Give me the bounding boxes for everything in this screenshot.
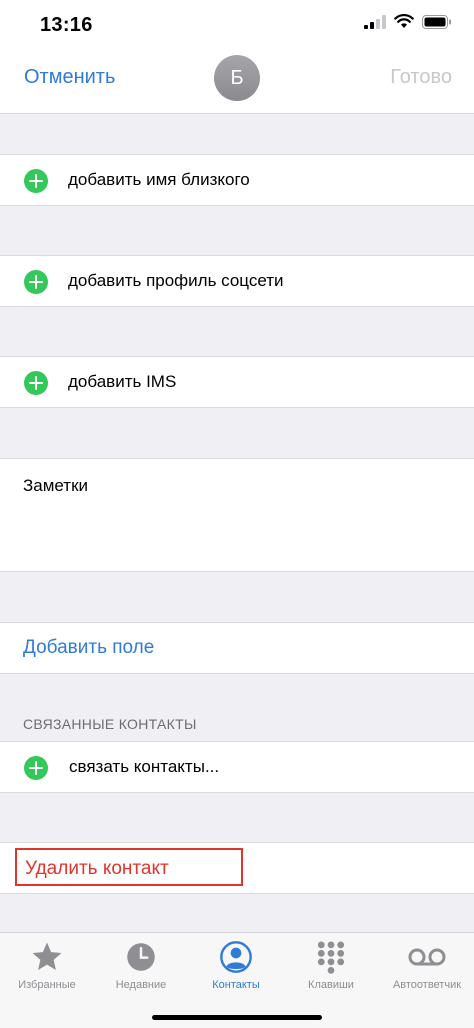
add-social-profile-row[interactable]: добавить профиль соцсети xyxy=(0,255,474,307)
nav-bar: Отменить Б Готово xyxy=(0,52,474,114)
link-contacts-label: связать контакты... xyxy=(69,757,220,776)
delete-contact-button[interactable]: Удалить контакт xyxy=(25,858,169,880)
tab-label: Клавиши xyxy=(308,979,354,991)
status-icons xyxy=(364,14,452,29)
delete-contact-row[interactable]: Удалить контакт xyxy=(0,842,474,894)
linked-contacts-header: СВЯЗАННЫЕ КОНТАКТЫ xyxy=(23,716,197,732)
add-relative-label: добавить имя близкого xyxy=(68,170,250,189)
person-icon xyxy=(220,941,252,973)
done-button[interactable]: Готово xyxy=(390,66,452,89)
home-indicator xyxy=(152,1015,322,1020)
cancel-button[interactable]: Отменить xyxy=(24,66,115,89)
add-social-profile-label: добавить профиль соцсети xyxy=(68,271,284,290)
tab-voicemail[interactable]: Автоответчик xyxy=(380,939,474,991)
notes-label: Заметки xyxy=(23,476,89,495)
status-time: 13:16 xyxy=(40,14,93,36)
plus-icon xyxy=(24,371,48,395)
tab-label: Контакты xyxy=(212,979,260,991)
add-field-row[interactable]: Добавить поле xyxy=(0,622,474,674)
battery-icon xyxy=(422,14,451,29)
tab-contacts[interactable]: Контакты xyxy=(189,939,283,991)
plus-icon xyxy=(24,169,48,193)
plus-icon xyxy=(24,270,48,294)
status-bar: 13:16 xyxy=(0,0,474,52)
tab-keypad[interactable]: Клавиши xyxy=(284,939,378,991)
tab-label: Недавние xyxy=(115,979,167,991)
add-relative-row[interactable]: добавить имя близкого xyxy=(0,154,474,206)
add-ims-row[interactable]: добавить IMS xyxy=(0,356,474,408)
voicemail-icon xyxy=(408,948,446,966)
tab-recents[interactable]: Недавние xyxy=(94,939,188,991)
add-field-button[interactable]: Добавить поле xyxy=(23,637,154,659)
plus-icon xyxy=(24,756,48,780)
tab-favorites[interactable]: Избранные xyxy=(0,939,94,991)
link-contacts-row[interactable]: связать контакты... xyxy=(0,741,474,793)
clock-icon xyxy=(127,943,155,971)
notes-field[interactable]: Заметки xyxy=(0,458,474,572)
wifi-icon xyxy=(394,14,414,28)
tab-bar: Избранные Недавние Контакты Клавиши Авто… xyxy=(0,932,474,1028)
avatar[interactable]: Б xyxy=(214,55,260,101)
keypad-icon xyxy=(317,941,345,974)
add-ims-label: добавить IMS xyxy=(68,372,177,391)
avatar-letter: Б xyxy=(230,66,244,89)
star-icon xyxy=(32,942,62,971)
tab-label: Автоответчик xyxy=(392,979,462,991)
signal-icon xyxy=(364,14,386,29)
tab-label: Избранные xyxy=(18,979,76,991)
